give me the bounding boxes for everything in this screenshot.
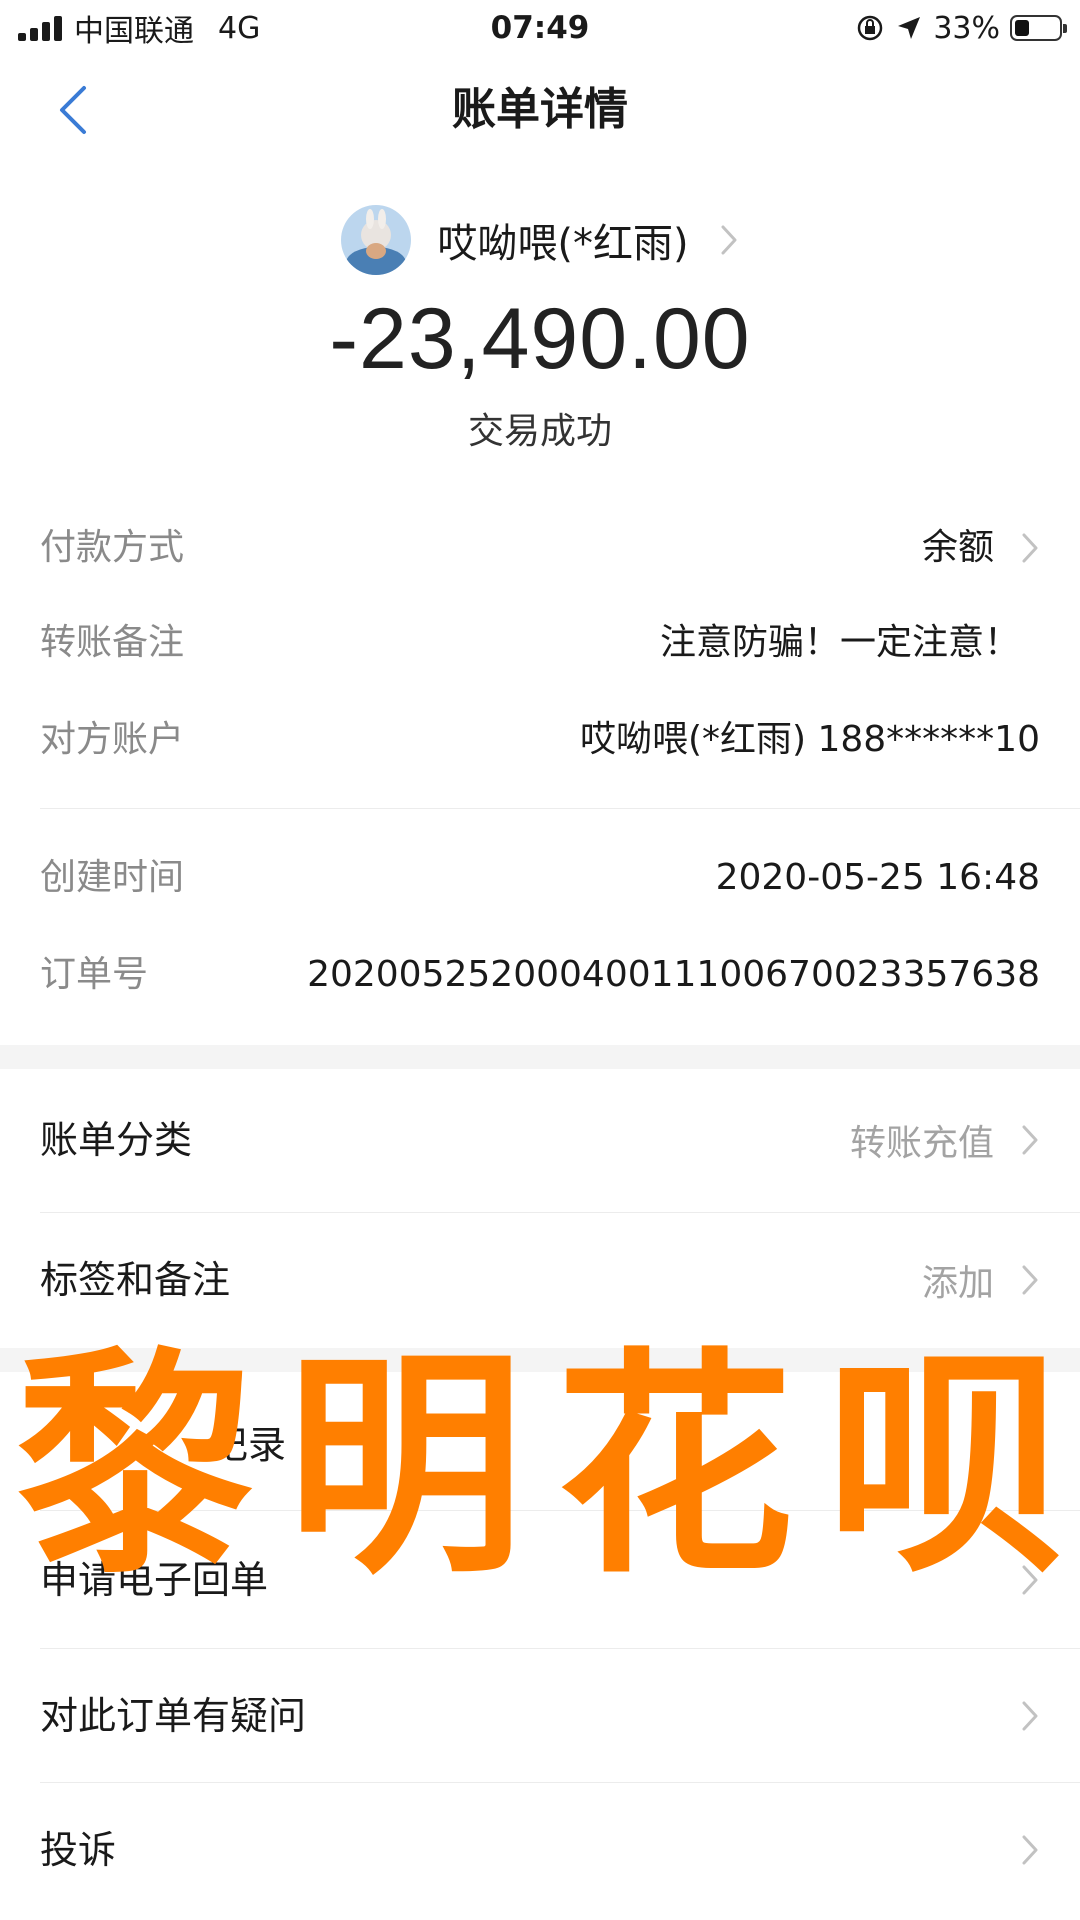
list-label: 标签和备注	[40, 1258, 231, 1302]
nav-bar: 账单详情	[0, 60, 1080, 160]
chevron-right-icon	[1022, 1835, 1038, 1865]
detail-label: 转账备注	[40, 622, 185, 663]
battery-level	[1015, 20, 1029, 36]
divider	[40, 1782, 1080, 1783]
list-right	[1020, 1810, 1040, 1890]
avatar	[341, 205, 412, 275]
chevron-right-icon	[1022, 1125, 1038, 1155]
list-right	[1020, 1676, 1040, 1756]
detail-row-note: 转账备注 注意防骗！一定注意！	[40, 613, 1040, 673]
list-item-complaint[interactable]: 投诉	[40, 1810, 1040, 1890]
chevron-right-icon	[1022, 1565, 1038, 1595]
chevron-right-icon	[1022, 533, 1038, 563]
list-label: 投诉	[40, 1828, 117, 1872]
location-icon	[898, 17, 921, 39]
status-right: 33%	[855, 8, 1067, 48]
list-item-e-receipt[interactable]: 申请电子回单	[40, 1540, 1040, 1620]
detail-value: 20200525200040011100670023357638	[307, 954, 1040, 995]
status-bar: 中国联通 4G 07:49 33%	[0, 0, 1080, 56]
battery-icon	[1010, 15, 1067, 41]
transaction-status: 交易成功	[467, 411, 612, 452]
list-item-bill-category[interactable]: 账单分类 转账充值	[40, 1100, 1040, 1180]
section-gap	[0, 1045, 1080, 1069]
chevron-right-icon	[719, 223, 739, 257]
divider	[40, 1510, 1080, 1511]
list-item-order-question[interactable]: 对此订单有疑问	[40, 1676, 1040, 1756]
list-value: 转账充值	[849, 1123, 994, 1164]
list-right: 添加	[922, 1240, 1040, 1320]
battery-percent: 33%	[933, 10, 1000, 46]
payee-link[interactable]: 哎呦喂(*红雨)	[0, 200, 1080, 280]
detail-label: 订单号	[40, 954, 149, 995]
payee-name: 哎呦喂(*红雨)	[437, 221, 689, 267]
list-label: 对此订单有疑问	[40, 1694, 307, 1738]
transaction-amount: -23,490.00	[329, 291, 751, 387]
detail-label: 付款方式	[40, 527, 185, 568]
section-gap	[0, 1348, 1080, 1372]
detail-value: 注意防骗！一定注意！	[659, 622, 1020, 663]
list-right: 转账充值	[850, 1100, 1040, 1180]
list-label: 账单分类	[40, 1118, 193, 1162]
detail-value: 余额	[922, 518, 1040, 578]
payment-method-value: 余额	[921, 527, 994, 568]
chevron-right-icon	[1022, 1265, 1038, 1295]
list-label: 记录	[210, 1423, 287, 1467]
list-right	[1020, 1540, 1040, 1620]
detail-row-payment-method[interactable]: 付款方式 余额	[40, 518, 1040, 578]
list-item-records[interactable]: 记录	[40, 1405, 1040, 1485]
divider	[40, 1212, 1080, 1213]
list-item-tags-notes[interactable]: 标签和备注 添加	[40, 1240, 1040, 1320]
detail-label: 创建时间	[40, 857, 185, 898]
divider	[40, 808, 1080, 809]
detail-row-order-number: 订单号 20200525200040011100670023357638	[40, 945, 1040, 1005]
orientation-lock-icon	[858, 15, 883, 41]
detail-value: 哎呦喂(*红雨) 188******10	[579, 719, 1040, 760]
list-label: 申请电子回单	[40, 1558, 269, 1602]
divider	[40, 1648, 1080, 1649]
chevron-right-icon	[1022, 1701, 1038, 1731]
page-title: 账单详情	[452, 84, 628, 135]
detail-row-created-time: 创建时间 2020-05-25 16:48	[40, 848, 1040, 908]
detail-row-counterparty: 对方账户 哎呦喂(*红雨) 188******10	[40, 710, 1040, 770]
detail-label: 对方账户	[40, 719, 185, 760]
detail-value: 2020-05-25 16:48	[715, 857, 1040, 898]
list-value: 添加	[921, 1263, 994, 1304]
